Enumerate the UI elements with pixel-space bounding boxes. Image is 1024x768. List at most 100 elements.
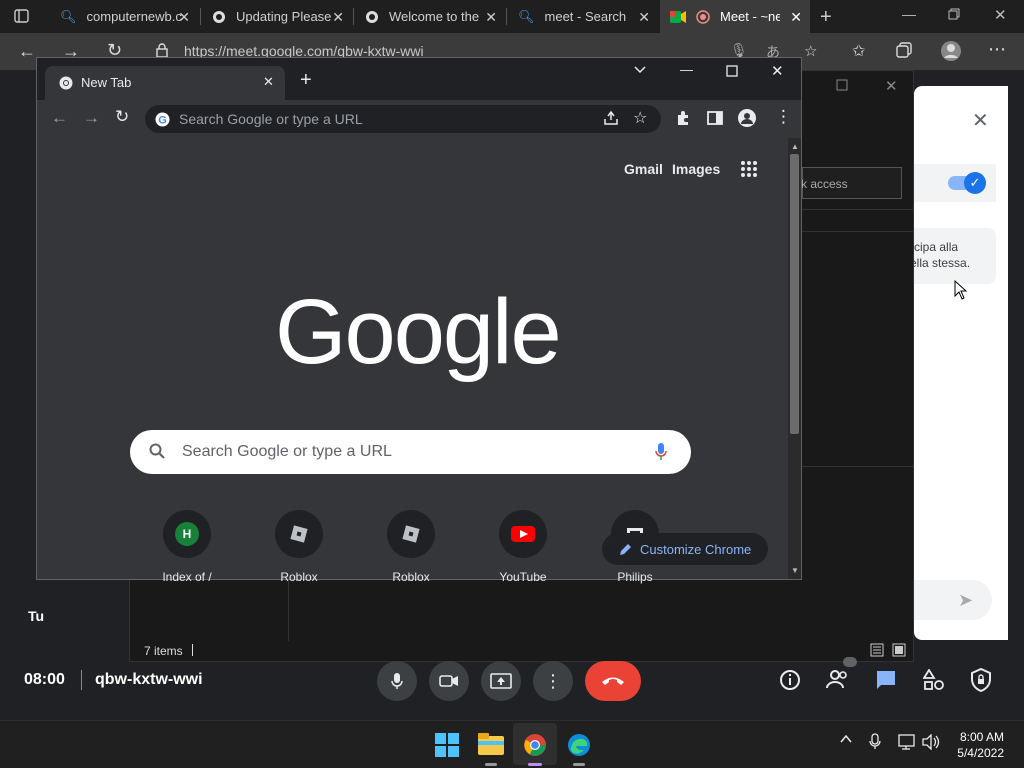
bookmark-star-icon[interactable]: ☆ (633, 108, 647, 128)
add-favorite-icon[interactable]: ☆ (804, 42, 817, 60)
network-icon[interactable] (898, 734, 916, 750)
back-icon[interactable]: ← (51, 108, 68, 128)
minimize-icon[interactable]: — (902, 6, 916, 22)
chat-icon[interactable] (875, 669, 897, 691)
new-tab-icon[interactable]: + (820, 6, 832, 29)
camera-button[interactable] (429, 661, 469, 701)
new-tab-icon[interactable]: + (300, 69, 312, 92)
tab-new-tab[interactable]: New Tab ✕ (45, 66, 285, 100)
info-icon[interactable] (779, 669, 801, 691)
close-icon[interactable]: ✕ (332, 9, 344, 26)
collections-icon[interactable] (896, 42, 912, 58)
gmail-link[interactable]: Gmail (624, 161, 663, 177)
scrollbar-thumb[interactable] (790, 154, 799, 434)
ntp-search-box[interactable]: Search Google or type a URL (130, 430, 691, 474)
search-icon: 🔍︎ (518, 8, 535, 24)
side-panel-icon[interactable] (707, 110, 723, 126)
file-explorer-icon[interactable] (478, 733, 504, 755)
youtube-icon (511, 526, 535, 542)
search-icon: 🔍︎ (60, 8, 77, 24)
close-window-icon[interactable]: ✕ (994, 6, 1007, 24)
google-logo: Google (275, 281, 562, 383)
reload-icon[interactable]: ↻ (115, 107, 129, 127)
activities-icon[interactable] (923, 669, 945, 691)
volume-icon[interactable] (922, 734, 940, 750)
send-icon[interactable]: ➤ (958, 590, 973, 611)
scroll-down-icon[interactable]: ▼ (791, 566, 799, 575)
details-view-icon[interactable] (870, 643, 884, 657)
more-vert-icon[interactable]: ⋮ (775, 107, 792, 127)
people-badge (843, 657, 857, 667)
shortcut-tile[interactable]: YouTube (478, 510, 568, 584)
maximize-icon[interactable] (726, 65, 738, 77)
tiles-view-icon[interactable] (892, 643, 906, 657)
close-icon[interactable]: ✕ (178, 9, 190, 26)
apps-grid-icon[interactable] (740, 160, 758, 178)
mic-button[interactable] (377, 661, 417, 701)
check-icon: ✓ (964, 172, 986, 194)
customize-chrome-button[interactable]: Customize Chrome (602, 533, 768, 565)
omnibox[interactable]: G Search Google or type a URL ☆ (145, 105, 661, 133)
restore-icon[interactable] (948, 8, 960, 20)
share-icon[interactable] (603, 110, 619, 126)
people-icon[interactable] (826, 669, 850, 689)
tab-actions-icon[interactable] (14, 9, 30, 24)
close-icon[interactable]: ✕ (790, 9, 802, 26)
back-icon[interactable]: ← (18, 41, 36, 62)
edge-tab-welcome[interactable]: Welcome to the ✕ (355, 0, 505, 33)
camera-icon (439, 675, 458, 687)
more-options-button[interactable]: ⋮ (533, 661, 573, 701)
present-button[interactable] (481, 661, 521, 701)
participant-name: Tu (28, 608, 45, 624)
present-icon (490, 673, 512, 689)
voice-search-icon[interactable] (654, 442, 668, 462)
badge-icon (365, 10, 379, 24)
clock-date[interactable]: 5/4/2022 (952, 746, 1004, 760)
extensions-icon[interactable] (675, 110, 691, 126)
mic-icon[interactable] (869, 733, 881, 751)
shortcut-tile[interactable]: Roblox (366, 510, 456, 584)
favorites-icon[interactable]: ✩ (852, 41, 865, 61)
close-icon[interactable]: ✕ (485, 9, 497, 26)
close-window-icon[interactable]: ✕ (885, 77, 898, 95)
profile-avatar[interactable] (940, 40, 962, 62)
more-icon[interactable]: ⋯ (988, 39, 1006, 60)
edge-tab-meet[interactable]: Meet - ~ne ✕ (660, 0, 810, 33)
chrome-favicon-icon (59, 76, 73, 90)
images-link[interactable]: Images (672, 161, 720, 177)
meeting-code: qbw-kxtw-wwi (95, 671, 203, 688)
new-tab-page: Gmail Images Google Search Google or typ… (37, 138, 788, 584)
maximize-icon[interactable] (836, 79, 848, 91)
recording-icon (696, 9, 710, 24)
chevron-up-icon[interactable] (840, 735, 852, 743)
shortcut-tile[interactable]: H Index of / (142, 510, 232, 584)
tab-search-icon[interactable] (634, 66, 646, 74)
profile-avatar[interactable] (738, 109, 756, 127)
windows-start-icon[interactable] (435, 733, 459, 757)
close-tab-icon[interactable]: ✕ (263, 74, 274, 90)
lock-icon (156, 43, 168, 58)
taskbar: 8:00 AM 5/4/2022 (0, 720, 1024, 768)
host-controls-icon[interactable] (971, 668, 991, 692)
scrollbar[interactable]: ▲ ▼ (788, 138, 801, 579)
hang-up-icon (602, 677, 624, 685)
close-icon[interactable]: ✕ (972, 108, 989, 133)
edge-tab-computernewb[interactable]: 🔍︎ computernewb.c ✕ (50, 0, 198, 33)
scroll-up-icon[interactable]: ▲ (791, 142, 799, 151)
meet-side-panel: ✕ ✓ cipa alla ella stessa. ➤ (910, 86, 1008, 640)
chrome-icon[interactable] (523, 733, 547, 757)
edge-tab-meet-search[interactable]: 🔍︎ meet - Search ✕ (508, 0, 658, 33)
edge-icon[interactable] (567, 733, 591, 757)
more-vert-icon: ⋮ (544, 671, 562, 691)
access-field[interactable]: ck access (795, 167, 902, 199)
forward-icon[interactable]: → (83, 108, 100, 128)
shortcut-tile[interactable]: Roblox (254, 510, 344, 584)
close-window-icon[interactable]: ✕ (771, 62, 784, 80)
clock-time[interactable]: 8:00 AM (958, 730, 1004, 744)
close-icon[interactable]: ✕ (638, 9, 650, 26)
minimize-icon[interactable]: — (680, 62, 693, 77)
end-call-button[interactable] (585, 661, 641, 701)
meeting-time: 08:00 (24, 671, 65, 688)
edge-tab-updating[interactable]: Updating Please ✕ (202, 0, 352, 33)
roblox-icon (402, 525, 420, 543)
